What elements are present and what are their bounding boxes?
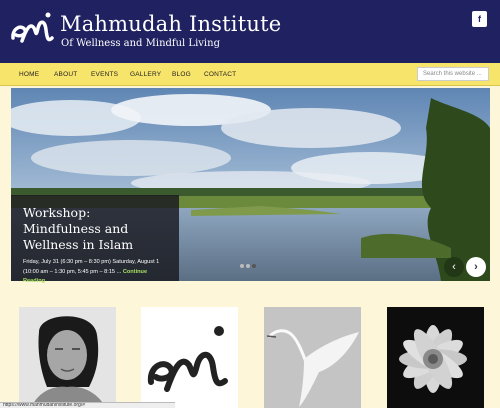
nav-item-contact[interactable]: CONTACT bbox=[204, 63, 236, 86]
featured-cards bbox=[0, 300, 500, 408]
site-header: Mahmudah Institute Of Wellness and Mindf… bbox=[0, 0, 500, 63]
slide-dot-3[interactable] bbox=[252, 264, 256, 268]
egret-photo-icon bbox=[264, 307, 361, 408]
egret-image[interactable] bbox=[264, 307, 361, 408]
flower-photo-icon bbox=[387, 307, 484, 408]
facebook-icon[interactable]: f bbox=[472, 11, 487, 27]
status-bar-url: https://www.mahmudahinstitute.org/# bbox=[0, 402, 175, 408]
slide-dot-1[interactable] bbox=[240, 264, 244, 268]
nav-item-events[interactable]: EVENTS bbox=[91, 63, 118, 86]
slide-caption: Workshop: Mindfulness and Wellness in Is… bbox=[11, 195, 179, 284]
flower-image[interactable] bbox=[387, 307, 484, 408]
slider-prev-button[interactable]: ‹ bbox=[444, 257, 464, 277]
search-input[interactable]: Search this website ... bbox=[417, 67, 489, 81]
nav-item-blog[interactable]: BLOG bbox=[172, 63, 191, 86]
site-title[interactable]: Mahmudah Institute bbox=[60, 12, 281, 36]
nav-item-home[interactable]: HOME bbox=[19, 63, 39, 86]
slide-excerpt: Friday, July 31 (6:30 pm – 8:30 pm) Satu… bbox=[23, 258, 167, 287]
portrait-photo-icon bbox=[19, 307, 116, 408]
slide-dot-2[interactable] bbox=[246, 264, 250, 268]
slide-title[interactable]: Workshop: Mindfulness and Wellness in Is… bbox=[23, 205, 167, 253]
portrait-image[interactable] bbox=[19, 307, 116, 408]
nav-item-gallery[interactable]: GALLERY bbox=[130, 63, 161, 86]
slider-next-button[interactable]: › bbox=[466, 257, 486, 277]
nav-item-about[interactable]: ABOUT bbox=[54, 63, 77, 86]
site-tagline: Of Wellness and Mindful Living bbox=[61, 38, 220, 49]
logo-mark-icon bbox=[141, 307, 238, 408]
logo-icon[interactable] bbox=[10, 8, 56, 50]
logo-card[interactable] bbox=[141, 307, 238, 408]
